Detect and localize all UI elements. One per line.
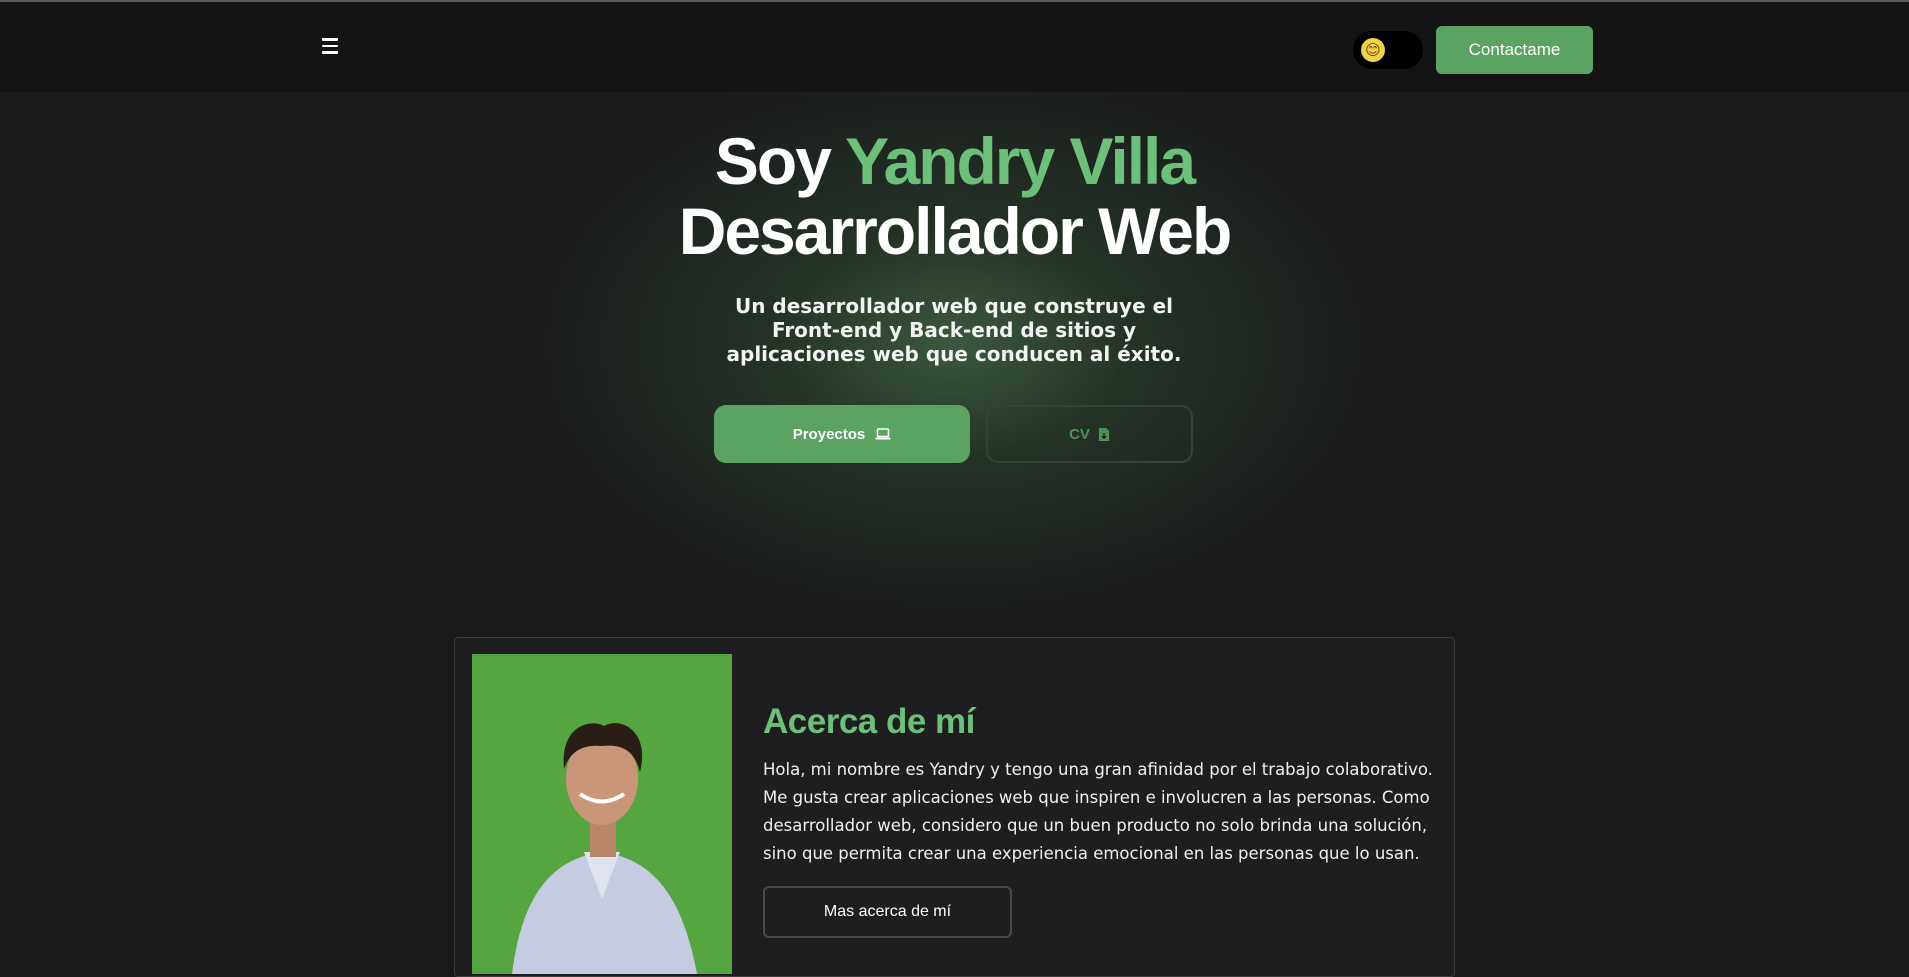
title-prefix: Soy — [714, 124, 846, 198]
contact-button[interactable]: Contactame — [1436, 26, 1593, 74]
cv-label: CV — [1069, 425, 1090, 443]
smiley-icon: 😊 — [1361, 38, 1385, 62]
navbar: 😊 Contactame — [0, 2, 1909, 92]
title-name: Yandry Villa — [845, 124, 1196, 198]
laptop-icon — [875, 428, 891, 440]
profile-photo — [472, 654, 732, 974]
about-title: Acerca de mí — [763, 702, 975, 741]
hero-title: Soy Yandry Villa Desarrollador Web — [0, 126, 1909, 266]
cv-button[interactable]: CV — [986, 405, 1193, 463]
title-role: Desarrollador Web — [678, 194, 1233, 268]
about-card: Acerca de mí Hola, mi nombre es Yandry y… — [454, 637, 1455, 977]
about-text: Hola, mi nombre es Yandry y tengo una gr… — [763, 760, 1433, 863]
projects-label: Proyectos — [792, 425, 866, 443]
hero-subtitle: Un desarrollador web que construye el Fr… — [726, 294, 1182, 366]
file-download-icon — [1098, 427, 1109, 441]
theme-toggle[interactable]: 😊 — [1353, 31, 1423, 69]
projects-button[interactable]: Proyectos — [714, 405, 970, 463]
about-more-button[interactable]: Mas acerca de mí — [763, 886, 1012, 938]
hamburger-menu-icon[interactable] — [318, 34, 342, 58]
